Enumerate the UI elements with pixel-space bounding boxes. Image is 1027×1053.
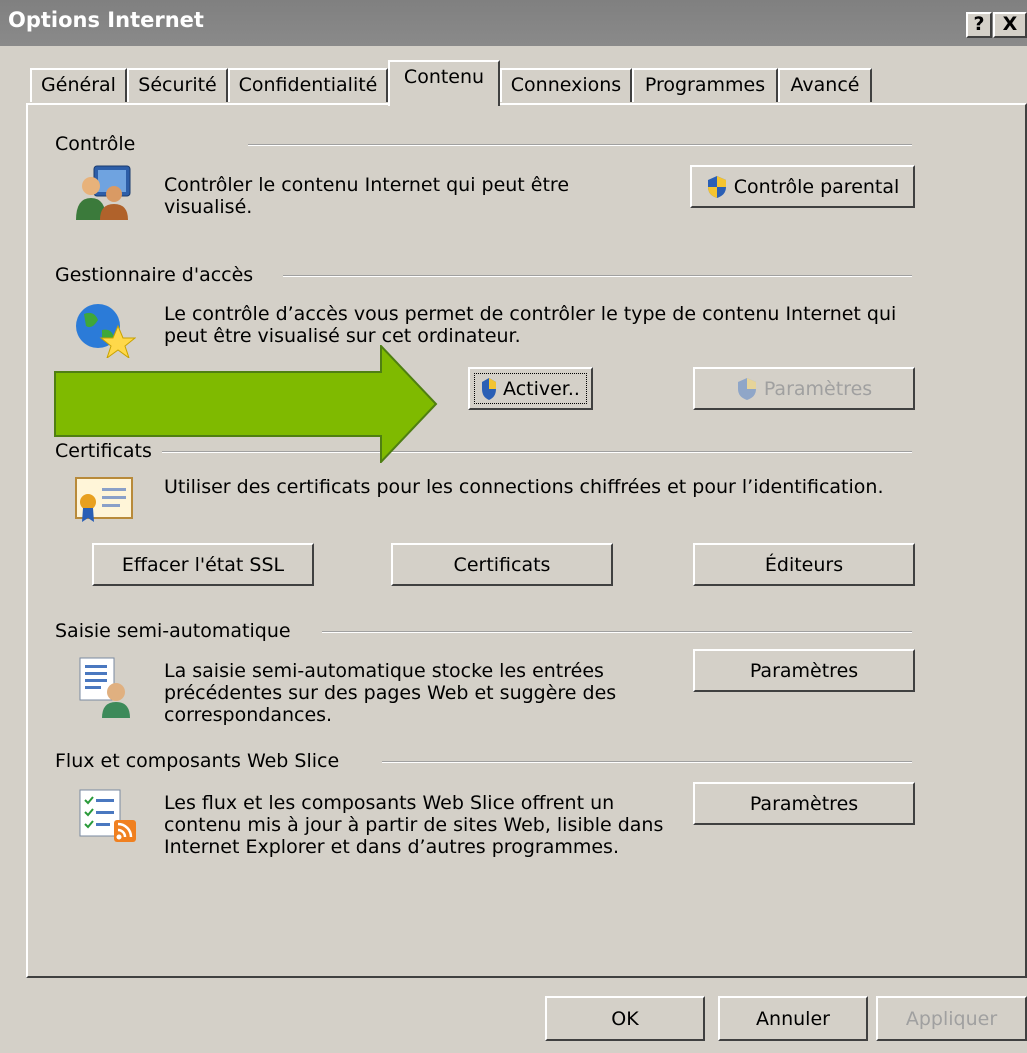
certificats-button[interactable]: Certificats — [391, 543, 613, 586]
saisie-parametres-button[interactable]: Paramètres — [693, 649, 915, 692]
flux-parametres-button[interactable]: Paramètres — [693, 782, 915, 825]
uac-shield-icon — [737, 377, 756, 400]
annotation-arrow — [54, 345, 438, 463]
saisie-description-line: correspondances. — [164, 704, 333, 726]
flux-description-line: contenu mis à jour à partir de sites Web… — [164, 814, 664, 836]
uac-shield-icon — [482, 377, 497, 400]
ok-button[interactable]: OK — [545, 996, 705, 1041]
section-heading-controle: Contrôle — [55, 133, 136, 155]
flux-description-line: Les flux et les composants Web Slice off… — [164, 792, 615, 814]
saisie-description: La saisie semi-automatique stocke les en… — [164, 660, 684, 726]
tab-securite[interactable]: Sécurité — [127, 68, 228, 102]
section-divider — [382, 761, 912, 763]
autocomplete-icon — [79, 657, 130, 718]
feeds-icon — [79, 789, 136, 842]
saisie-description-line: La saisie semi-automatique stocke les en… — [164, 660, 604, 682]
close-button[interactable]: X — [993, 12, 1027, 38]
tab-programmes[interactable]: Programmes — [632, 68, 778, 102]
gestionnaire-description: Le contrôle d’accès vous permet de contr… — [164, 303, 897, 347]
flux-description-line: Internet Explorer et dans d’autres progr… — [164, 836, 619, 858]
effacer-ssl-button[interactable]: Effacer l'état SSL — [92, 543, 314, 586]
appliquer-button[interactable]: Appliquer — [876, 996, 1027, 1041]
activer-label: Activer.. — [503, 377, 580, 400]
section-heading-saisie: Saisie semi-automatique — [55, 620, 291, 642]
window-title: Options Internet — [8, 8, 204, 32]
controle-parental-button[interactable]: Contrôle parental — [690, 165, 915, 208]
section-divider — [283, 275, 912, 277]
section-divider — [248, 144, 912, 146]
tab-avance[interactable]: Avancé — [778, 68, 872, 102]
tab-confidentialite[interactable]: Confidentialité — [228, 68, 388, 102]
controle-parental-label: Contrôle parental — [733, 175, 900, 198]
section-heading-gestionnaire: Gestionnaire d'accès — [55, 264, 254, 286]
section-heading-flux: Flux et composants Web Slice — [55, 750, 340, 772]
gestionnaire-parametres-label: Paramètres — [763, 377, 873, 400]
activer-button[interactable]: Activer.. — [468, 367, 593, 410]
tab-general[interactable]: Général — [30, 68, 127, 102]
saisie-description-line: précédentes sur des pages Web et suggère… — [164, 682, 617, 704]
section-divider — [322, 631, 912, 633]
help-button[interactable]: ? — [966, 12, 992, 38]
editeurs-button[interactable]: Éditeurs — [693, 543, 915, 586]
certificate-icon — [75, 477, 133, 522]
tab-contenu[interactable]: Contenu — [388, 60, 500, 106]
gestionnaire-parametres-button[interactable]: Paramètres — [693, 367, 915, 410]
uac-shield-icon — [707, 175, 726, 198]
annuler-button[interactable]: Annuler — [718, 996, 868, 1041]
tab-connexions[interactable]: Connexions — [500, 68, 632, 102]
controle-description: Contrôler le contenu Internet qui peut ê… — [164, 174, 570, 218]
parental-users-icon — [76, 165, 131, 220]
certificats-description: Utiliser des certificats pour les connec… — [164, 476, 884, 498]
flux-description: Les flux et les composants Web Slice off… — [164, 792, 684, 858]
